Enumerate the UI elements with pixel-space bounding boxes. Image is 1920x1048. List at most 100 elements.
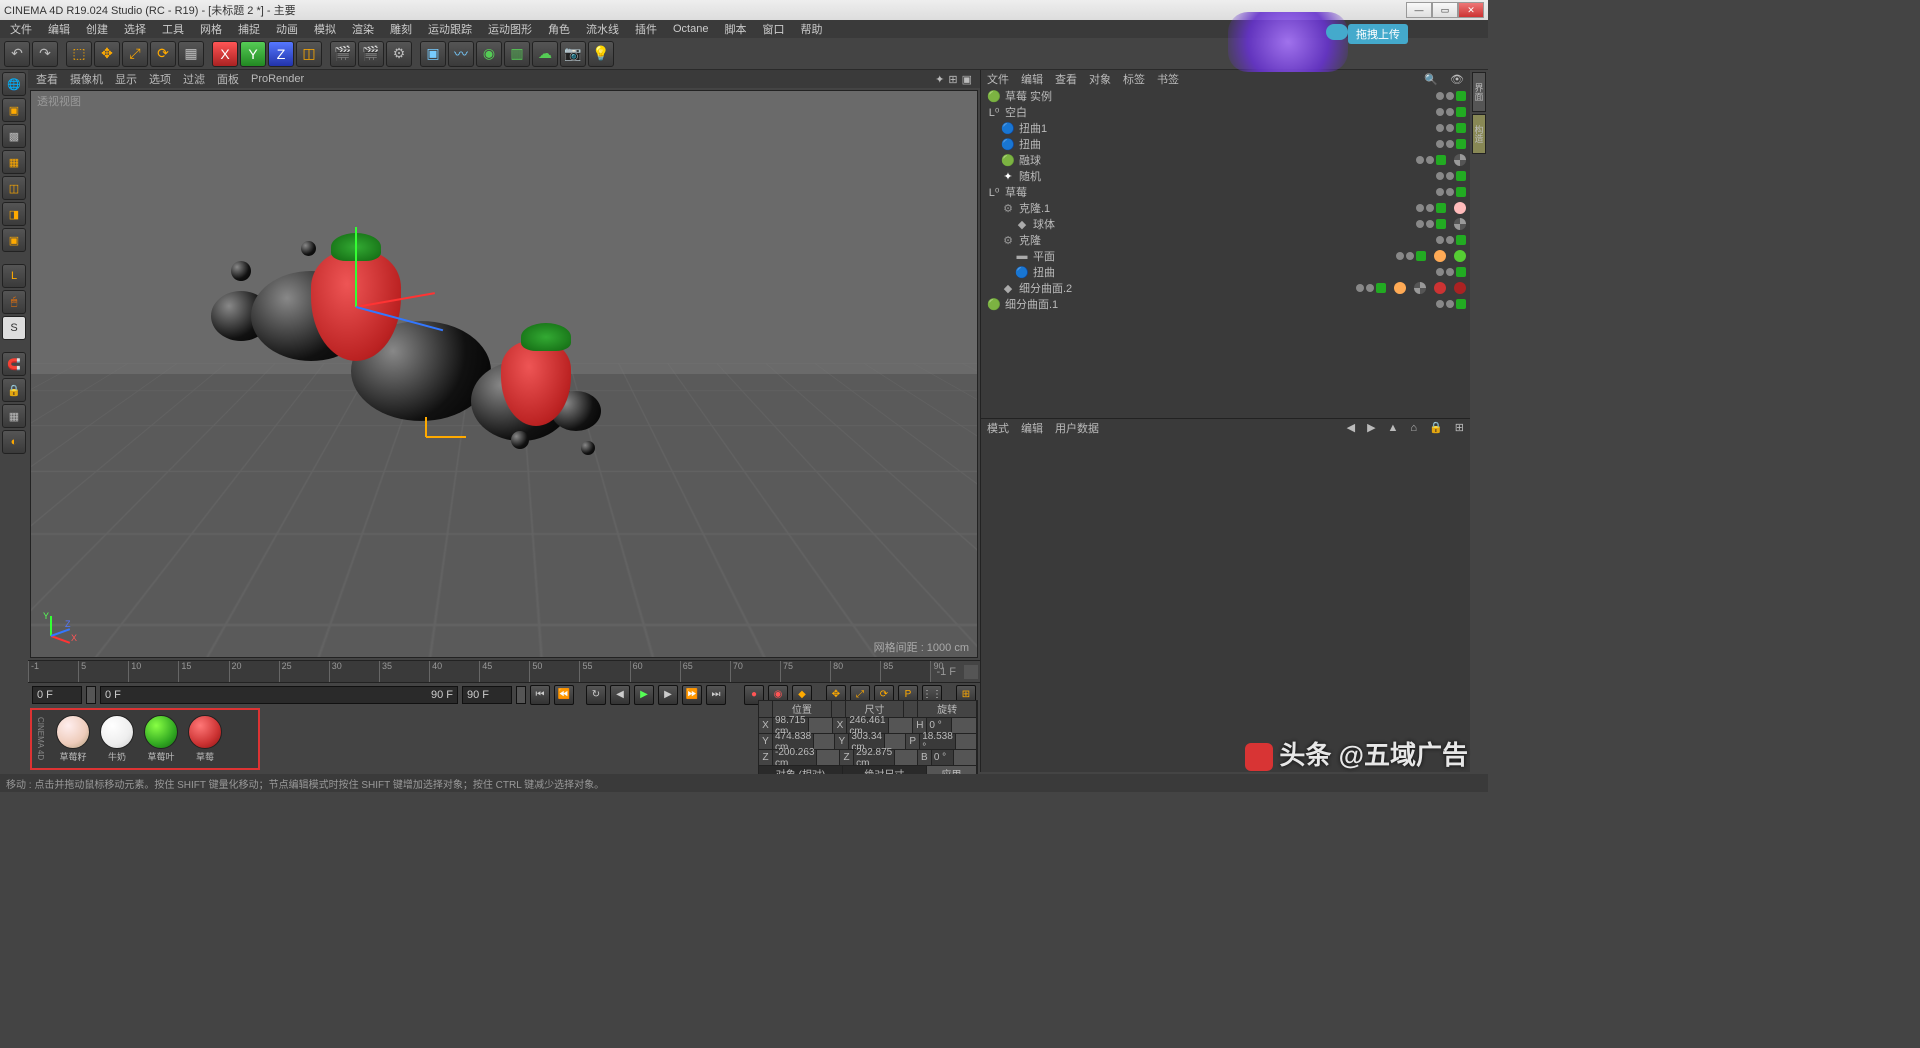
tab-layout[interactable]: 界面	[1472, 72, 1486, 112]
material-草莓叶[interactable]: 草莓叶	[141, 715, 181, 763]
menu-流水线[interactable]: 流水线	[580, 21, 625, 37]
vp-menu-摄像机[interactable]: 摄像机	[70, 71, 103, 87]
minimize-button[interactable]: —	[1406, 2, 1432, 18]
menu-模拟[interactable]: 模拟	[308, 21, 342, 37]
obj-menu-书签[interactable]: 书签	[1157, 71, 1179, 87]
obj-search-icon[interactable]: 🔍	[1424, 73, 1438, 86]
tree-row[interactable]: L⁰空白	[981, 104, 1470, 120]
attr-home-button[interactable]: ⌂	[1410, 422, 1417, 434]
rotate-tool[interactable]: ⟳	[150, 41, 176, 67]
poly-mode-button[interactable]: ▣	[2, 228, 26, 252]
menu-选择[interactable]: 选择	[118, 21, 152, 37]
vp-icon3[interactable]: ▣	[962, 73, 972, 86]
render-settings-button[interactable]: ⚙	[386, 41, 412, 67]
undo-button[interactable]: ↶	[4, 41, 30, 67]
vp-menu-查看[interactable]: 查看	[36, 71, 58, 87]
tree-row[interactable]: ⚙克隆	[981, 232, 1470, 248]
generator-button[interactable]: ◉	[476, 41, 502, 67]
z-axis-button[interactable]: Z	[268, 41, 294, 67]
spinner[interactable]	[86, 686, 96, 704]
y-axis-button[interactable]: Y	[240, 41, 266, 67]
environment-button[interactable]: ☁	[532, 41, 558, 67]
lock-button[interactable]: 🔒	[2, 378, 26, 402]
obj-menu-查看[interactable]: 查看	[1055, 71, 1077, 87]
redo-button[interactable]: ↷	[32, 41, 58, 67]
spinner[interactable]	[516, 686, 526, 704]
material-草莓籽[interactable]: 草莓籽	[53, 715, 93, 763]
cube-primitive-button[interactable]: ▣	[420, 41, 446, 67]
coord-system-button[interactable]: ◫	[296, 41, 322, 67]
next-frame-button[interactable]: ▶	[658, 685, 678, 705]
menu-插件[interactable]: 插件	[629, 21, 663, 37]
tree-row[interactable]: ◆球体	[981, 216, 1470, 232]
maximize-button[interactable]: ▭	[1432, 2, 1458, 18]
menu-创建[interactable]: 创建	[80, 21, 114, 37]
menu-运动跟踪[interactable]: 运动跟踪	[422, 21, 478, 37]
end-frame-field[interactable]: 90 F	[462, 686, 512, 704]
misc-button[interactable]: ◐	[2, 430, 26, 454]
obj-menu-文件[interactable]: 文件	[987, 71, 1009, 87]
tree-row[interactable]: 🟢草莓 实例	[981, 88, 1470, 104]
attr-next-button[interactable]: ▶	[1367, 421, 1375, 434]
menu-帮助[interactable]: 帮助	[794, 21, 828, 37]
move-tool[interactable]: ✥	[94, 41, 120, 67]
vp-menu-选项[interactable]: 选项	[149, 71, 171, 87]
tree-row[interactable]: 🟢融球	[981, 152, 1470, 168]
close-button[interactable]: ✕	[1458, 2, 1484, 18]
cloud-icon[interactable]	[1326, 24, 1348, 40]
point-mode-button[interactable]: ◫	[2, 176, 26, 200]
range-slider[interactable]: 0 F90 F	[100, 686, 458, 704]
prev-frame-button[interactable]: ◀	[610, 685, 630, 705]
vp-menu-ProRender[interactable]: ProRender	[251, 73, 304, 85]
menu-角色[interactable]: 角色	[542, 21, 576, 37]
menu-运动图形[interactable]: 运动图形	[482, 21, 538, 37]
timeline-ruler[interactable]: -151015202530354045505560657075808590 -1…	[28, 660, 980, 682]
menu-动画[interactable]: 动画	[270, 21, 304, 37]
menu-雕刻[interactable]: 雕刻	[384, 21, 418, 37]
attr-menu-编辑[interactable]: 编辑	[1021, 420, 1043, 436]
vp-menu-面板[interactable]: 面板	[217, 71, 239, 87]
menu-捕捉[interactable]: 捕捉	[232, 21, 266, 37]
edge-mode-button[interactable]: ◨	[2, 202, 26, 226]
vp-menu-过滤[interactable]: 过滤	[183, 71, 205, 87]
tab-construct[interactable]: 构造	[1472, 114, 1486, 154]
menu-编辑[interactable]: 编辑	[42, 21, 76, 37]
obj-menu-编辑[interactable]: 编辑	[1021, 71, 1043, 87]
camera-button[interactable]: 📷	[560, 41, 586, 67]
axis-button[interactable]: L	[2, 264, 26, 288]
light-button[interactable]: 💡	[588, 41, 614, 67]
goto-key-prev-button[interactable]: ⏪	[554, 685, 574, 705]
texture-mode-button[interactable]: ▩	[2, 124, 26, 148]
obj-menu-对象[interactable]: 对象	[1089, 71, 1111, 87]
tree-row[interactable]: L⁰草莓	[981, 184, 1470, 200]
object-mode-button[interactable]: ▣	[2, 98, 26, 122]
render-pv-button[interactable]: 🎬	[358, 41, 384, 67]
symmetry-button[interactable]: S	[2, 316, 26, 340]
vp-icon1[interactable]: ✦	[935, 73, 944, 86]
workplane-button[interactable]: ▦	[2, 150, 26, 174]
menu-文件[interactable]: 文件	[4, 21, 38, 37]
vp-menu-显示[interactable]: 显示	[115, 71, 137, 87]
tree-row[interactable]: 🟢细分曲面.1	[981, 296, 1470, 312]
perspective-viewport[interactable]: 透视视图 Y	[30, 90, 978, 658]
model-mode-button[interactable]: 🌐	[2, 72, 26, 96]
tree-row[interactable]: ▬平面	[981, 248, 1470, 264]
snap-button[interactable]: 🖱	[2, 290, 26, 314]
upload-button[interactable]: 拖拽上传	[1348, 24, 1408, 44]
timeline-opts-button[interactable]	[964, 665, 978, 679]
attr-prev-button[interactable]: ◀	[1347, 421, 1355, 434]
material-草莓[interactable]: 草莓	[185, 715, 225, 763]
attr-up-button[interactable]: ▲	[1388, 422, 1399, 434]
grid-button[interactable]: ▦	[2, 404, 26, 428]
goto-end-button[interactable]: ⏭	[706, 685, 726, 705]
tree-row[interactable]: 🔵扭曲	[981, 264, 1470, 280]
menu-脚本[interactable]: 脚本	[718, 21, 752, 37]
x-axis-button[interactable]: X	[212, 41, 238, 67]
attr-menu-button[interactable]: ⊞	[1455, 421, 1464, 434]
attr-lock-button[interactable]: 🔒	[1429, 421, 1443, 434]
menu-渲染[interactable]: 渲染	[346, 21, 380, 37]
render-view-button[interactable]: 🎬	[330, 41, 356, 67]
menu-窗口[interactable]: 窗口	[756, 21, 790, 37]
menu-Octane[interactable]: Octane	[667, 23, 714, 35]
obj-menu-标签[interactable]: 标签	[1123, 71, 1145, 87]
